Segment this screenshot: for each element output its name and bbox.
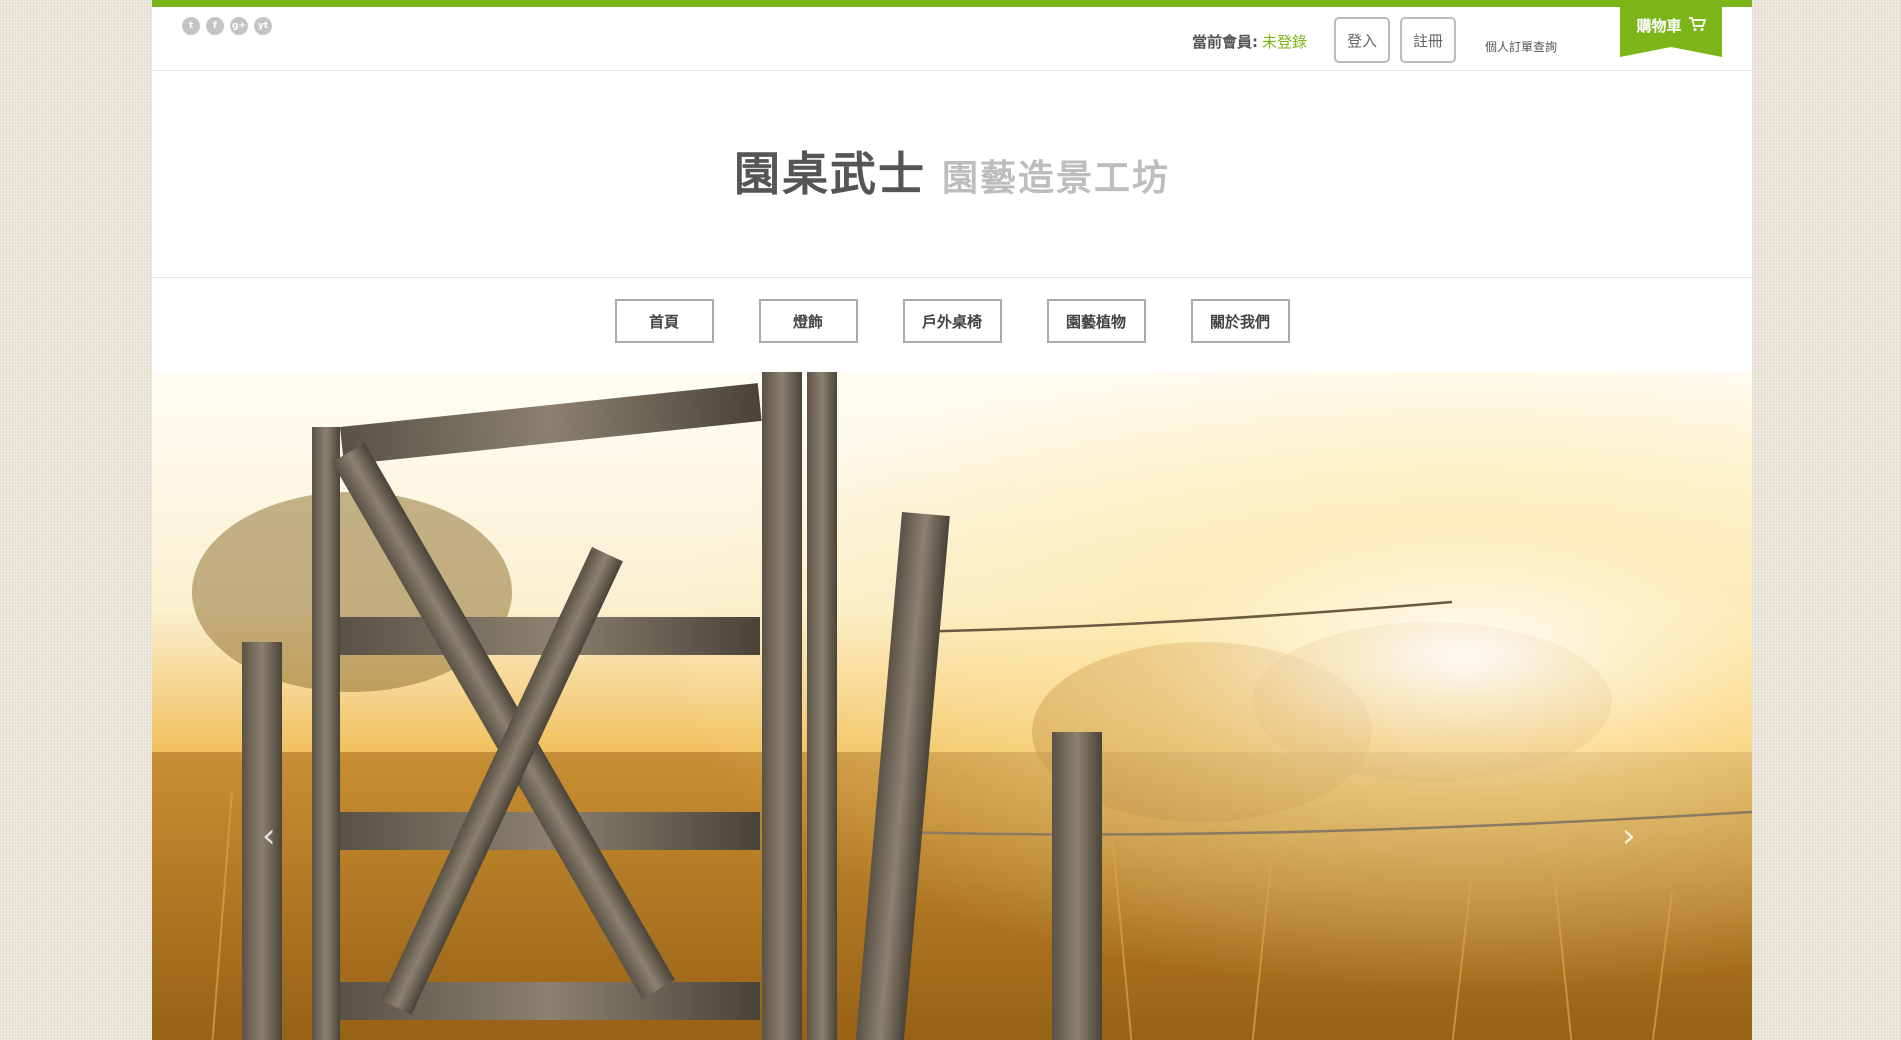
cart-button[interactable]: 購物車 [1620,7,1722,57]
youtube-icon[interactable]: yt [254,17,272,35]
shopping-cart-icon [1688,15,1706,57]
top-bar: t f g+ yt 當前會員: 未登錄 登入 註冊 個人訂單查詢 購物車 [152,7,1752,71]
site-subtitle: 園藝造景工坊 [941,158,1170,199]
twitter-icon[interactable]: t [182,17,200,35]
facebook-icon[interactable]: f [206,17,224,35]
header-divider [152,277,1752,278]
hero-slider-image [152,372,1752,1040]
order-query-link[interactable]: 個人訂單查詢 [1485,38,1557,55]
member-status-value: 未登錄 [1262,33,1308,51]
register-button[interactable]: 註冊 [1400,17,1456,63]
cart-label: 購物車 [1636,17,1682,35]
nav-item-about-us[interactable]: 關於我們 [1190,299,1290,343]
slider-prev-arrow[interactable]: ‹ [262,819,276,853]
nav-item-home[interactable]: 首頁 [614,299,714,343]
site-logo[interactable]: 園桌武士 園藝造景工坊 [152,138,1752,204]
social-links: t f g+ yt [182,17,272,35]
nav-item-outdoor-furniture[interactable]: 戶外桌椅 [902,299,1002,343]
google-plus-icon[interactable]: g+ [230,17,248,35]
site-title: 園桌武士 [733,147,926,201]
main-nav: 首頁 燈飾 戶外桌椅 園藝植物 關於我們 [152,299,1752,343]
login-button[interactable]: 登入 [1334,17,1390,63]
member-label: 當前會員: [1192,33,1258,51]
nav-item-lighting[interactable]: 燈飾 [758,299,858,343]
nav-item-garden-plants[interactable]: 園藝植物 [1046,299,1146,343]
slider-next-arrow[interactable]: › [1622,819,1636,853]
member-status: 當前會員: 未登錄 [1192,31,1307,52]
page-container: t f g+ yt 當前會員: 未登錄 登入 註冊 個人訂單查詢 購物車 園桌武士… [152,0,1752,1040]
